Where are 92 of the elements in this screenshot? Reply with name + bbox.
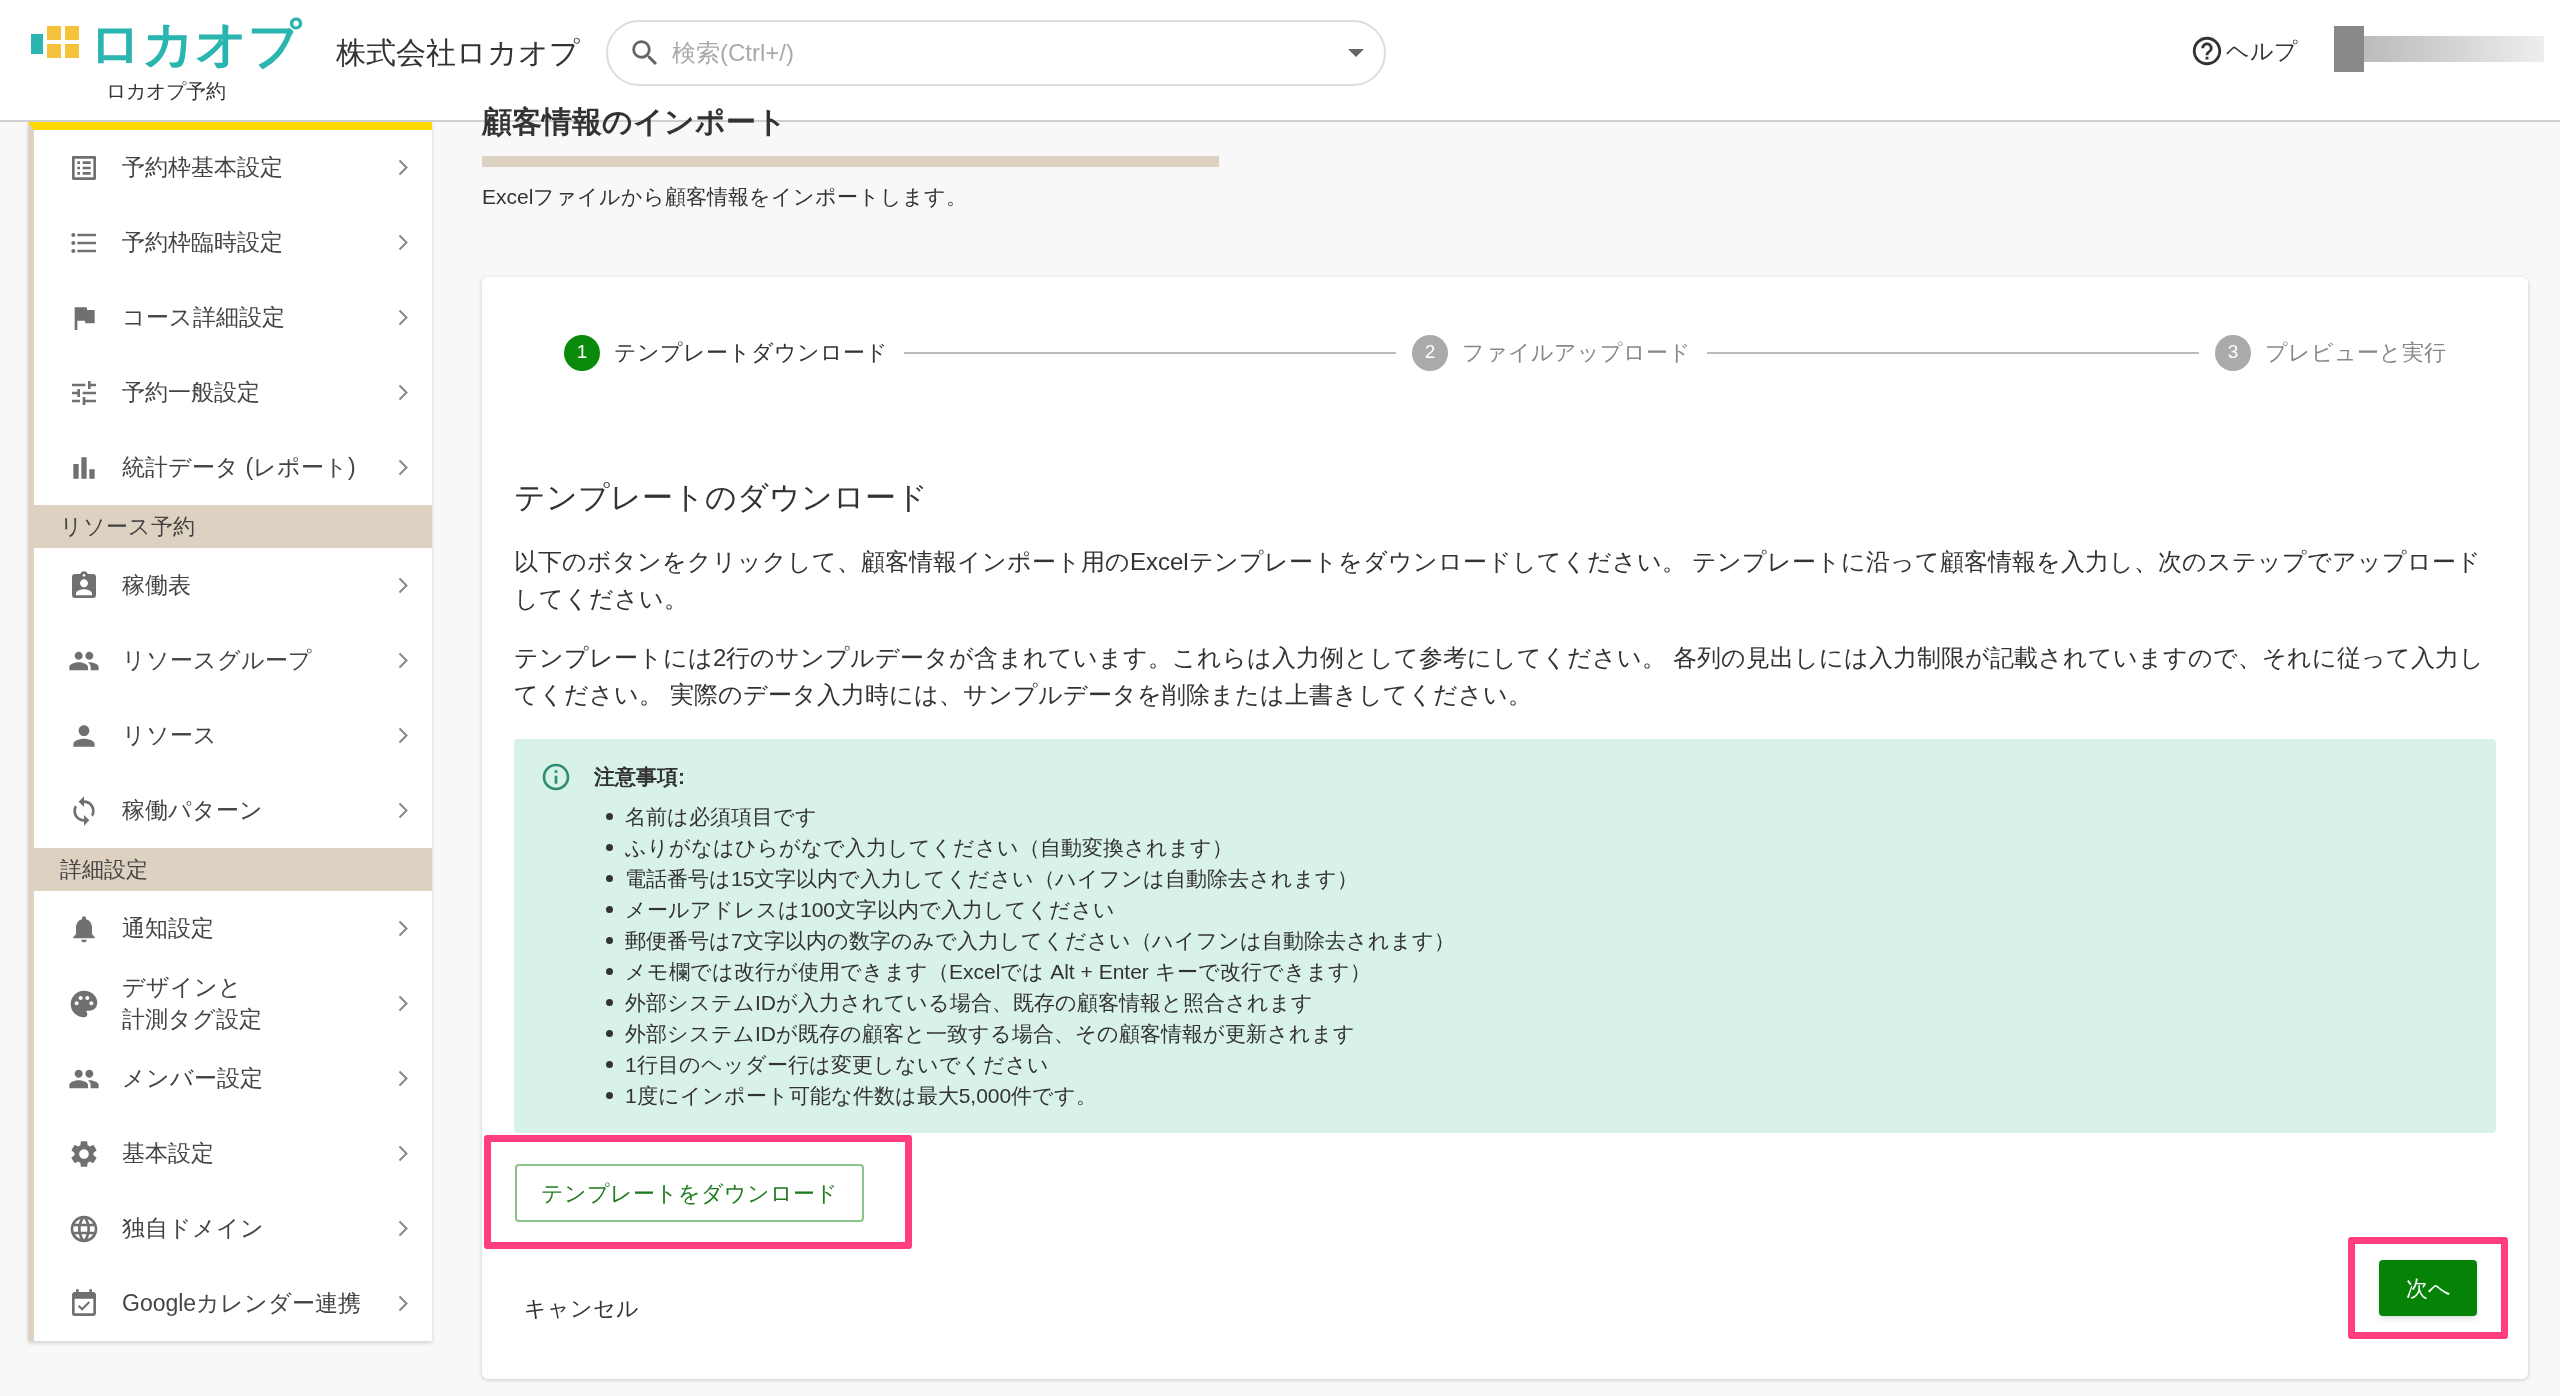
section-title: テンプレートのダウンロード bbox=[514, 478, 929, 517]
instruction-text: テンプレートには2行のサンプルデータが含まれています。これらは入力例として参考にしてください。 各列の見出しには入力制限が記載されていますので、それに従って入力してください。 実際のデータ入力時には、サンプルデータを削除または上書きしてください。 bbox=[514, 643, 2485, 710]
sidebar-item[interactable]: リソースグループ bbox=[34, 623, 432, 698]
page-subtitle: Excelファイルから顧客情報をインポートします。 bbox=[482, 184, 969, 210]
sidebar-item-label: 稼働パターン bbox=[122, 795, 263, 825]
bullet-icon bbox=[606, 937, 613, 944]
sidebar-section-header: 詳細設定 bbox=[34, 848, 432, 891]
sidebar-item-label: 稼働表 bbox=[122, 570, 191, 600]
bullet-icon bbox=[606, 999, 613, 1006]
instruction-text: 以下のボタンをクリックして、顧客情報インポート用のExcelテンプレートをダウンロードしてください。 テンプレートに沿って顧客情報を入力し、次のステップでアップロードしてください。 bbox=[514, 547, 2483, 614]
sidebar-item-label: 統計データ (レポート) bbox=[122, 452, 356, 482]
sidebar-section-header: リソース予約 bbox=[34, 505, 432, 548]
notice-item: 1度にインポート可能な件数は最大5,000件です。 bbox=[625, 1082, 1098, 1109]
help-link[interactable]: ヘルプ bbox=[2190, 34, 2298, 69]
notice-item: メモ欄では改行が使用できます（Excelでは Alt + Enter キーで改行できます） bbox=[625, 958, 1371, 985]
sidebar-item[interactable]: 通知設定 bbox=[34, 891, 432, 966]
company-name: 株式会社ロカオプ bbox=[336, 35, 580, 71]
bullet-icon bbox=[606, 1092, 613, 1099]
notice-item: 名前は必須項目です bbox=[625, 803, 817, 830]
notice-item: 外部システムIDが入力されている場合、既存の顧客情報と照合されます bbox=[625, 989, 1313, 1016]
step-label: テンプレートダウンロード bbox=[614, 339, 888, 367]
notice-item: メールアドレスは100文字以内で入力してください bbox=[625, 896, 1116, 923]
notice-item: 1行目のヘッダー行は変更しないでください bbox=[625, 1051, 1049, 1078]
step-number: 3 bbox=[2215, 334, 2251, 371]
chevron-right-icon bbox=[398, 1070, 408, 1087]
sidebar-item[interactable]: 稼働パターン bbox=[34, 773, 432, 848]
notice-item: 外部システムIDが既存の顧客と一致する場合、その顧客情報が更新されます bbox=[625, 1020, 1355, 1047]
sidebar-item-label: デザインと bbox=[122, 973, 242, 1003]
sidebar-item[interactable]: コース詳細設定 bbox=[34, 280, 432, 355]
bullet-icon bbox=[606, 1061, 613, 1068]
dropdown-caret-icon bbox=[1348, 49, 1364, 57]
chevron-right-icon bbox=[398, 727, 408, 744]
sidebar-item-label: 通知設定 bbox=[122, 913, 214, 943]
chevron-right-icon bbox=[398, 309, 408, 326]
sidebar-item[interactable]: 基本設定 bbox=[34, 1116, 432, 1191]
bullet-icon bbox=[606, 813, 613, 820]
notice-item: ふりがなはひらがなで入力してください（自動変換されます） bbox=[625, 834, 1233, 861]
cancel-button[interactable]: キャンセル bbox=[514, 1283, 649, 1333]
sidebar-item[interactable]: 予約枠臨時設定 bbox=[34, 205, 432, 280]
sidebar-item-label: リソース bbox=[122, 720, 217, 750]
sidebar-item-label: 独自ドメイン bbox=[122, 1213, 264, 1243]
sidebar-item[interactable]: Googleカレンダー連携 bbox=[34, 1266, 432, 1341]
notice-title: 注意事項: bbox=[594, 764, 685, 791]
step-number: 2 bbox=[1412, 334, 1448, 371]
sidebar-item[interactable]: 予約一般設定 bbox=[34, 355, 432, 430]
sidebar-item-label: コース詳細設定 bbox=[122, 302, 285, 332]
chevron-right-icon bbox=[398, 1295, 408, 1312]
sidebar-item[interactable]: メンバー設定 bbox=[34, 1041, 432, 1116]
chevron-right-icon bbox=[398, 1220, 408, 1237]
search-field[interactable]: 検索(Ctrl+/) bbox=[606, 20, 1386, 86]
notice-item: 電話番号は15文字以内で入力してください（ハイフンは自動除去されます） bbox=[625, 865, 1359, 892]
sidebar-item-label: 予約枠臨時設定 bbox=[122, 227, 283, 257]
chevron-right-icon bbox=[398, 384, 408, 401]
page-title: 顧客情報のインポート bbox=[482, 104, 788, 140]
bullet-icon bbox=[606, 875, 613, 882]
bullet-icon bbox=[606, 844, 613, 851]
info-icon bbox=[540, 761, 572, 793]
chevron-right-icon bbox=[398, 802, 408, 819]
next-button[interactable]: 次へ bbox=[2379, 1260, 2477, 1316]
notice-item: 郵便番号は7文字以内の数字のみで入力してください（ハイフンは自動除去されます） bbox=[625, 927, 1455, 954]
chevron-right-icon bbox=[398, 920, 408, 937]
bullet-icon bbox=[606, 968, 613, 975]
step-label: プレビューと実行 bbox=[2265, 339, 2446, 367]
product-name: ロカオプ予約 bbox=[106, 79, 226, 104]
chevron-right-icon bbox=[398, 234, 408, 251]
download-template-button[interactable]: テンプレートをダウンロード bbox=[515, 1164, 864, 1222]
step-label: ファイルアップロード bbox=[1462, 339, 1691, 367]
sidebar-item-label: メンバー設定 bbox=[122, 1063, 263, 1093]
bullet-icon bbox=[606, 906, 613, 913]
sidebar-item-label: リソースグループ bbox=[122, 645, 312, 675]
sidebar-item[interactable]: 予約枠基本設定 bbox=[34, 130, 432, 205]
chevron-right-icon bbox=[398, 995, 408, 1012]
chevron-right-icon bbox=[398, 159, 408, 176]
sidebar-item[interactable]: 稼働表 bbox=[34, 548, 432, 623]
sidebar-item[interactable]: デザインと 計測タグ設定 bbox=[34, 966, 432, 1041]
sidebar-item-label: Googleカレンダー連携 bbox=[122, 1288, 362, 1318]
sidebar-item[interactable]: 独自ドメイン bbox=[34, 1191, 432, 1266]
chevron-right-icon bbox=[398, 459, 408, 476]
sidebar-item[interactable]: リソース bbox=[34, 698, 432, 773]
blurred-user-menu[interactable] bbox=[2334, 26, 2544, 72]
sidebar-item-label: 予約一般設定 bbox=[122, 377, 260, 407]
chevron-right-icon bbox=[398, 577, 408, 594]
chevron-right-icon bbox=[398, 652, 408, 669]
search-input[interactable]: 検索(Ctrl+/) bbox=[672, 35, 1338, 71]
sidebar-item-label: 計測タグ設定 bbox=[122, 1004, 262, 1034]
sidebar-item-label: 予約枠基本設定 bbox=[122, 152, 283, 182]
bullet-icon bbox=[606, 1030, 613, 1037]
step-number: 1 bbox=[564, 334, 600, 371]
logo-text: ロカオプ bbox=[89, 18, 301, 70]
sidebar-item-label: 基本設定 bbox=[122, 1138, 214, 1168]
chevron-right-icon bbox=[398, 1145, 408, 1162]
sidebar-item[interactable]: 統計データ (レポート) bbox=[34, 430, 432, 505]
